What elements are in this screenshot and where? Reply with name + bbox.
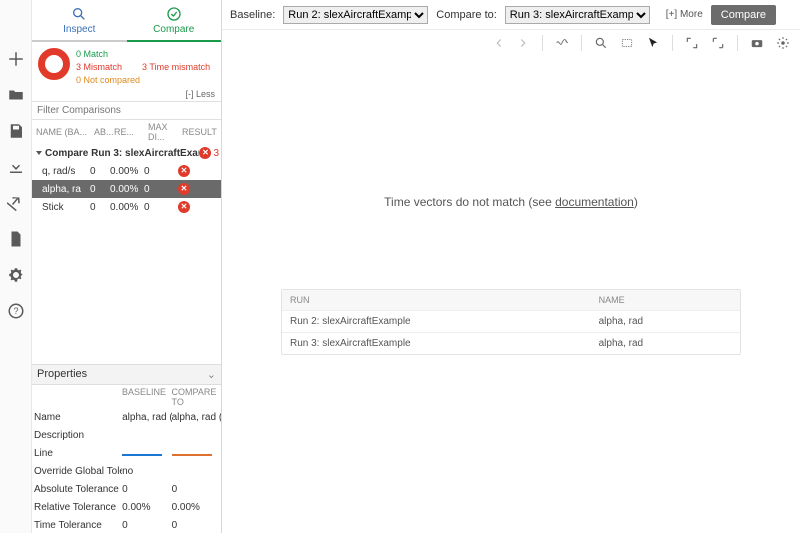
baseline-select[interactable]: Run 2: slexAircraftExample [283,6,428,24]
region-icon[interactable] [620,36,634,50]
property-row: Namealpha, rad (Runalpha, rad (Run [32,409,221,427]
expand-icon[interactable] [711,36,725,50]
import-icon[interactable] [7,158,25,176]
camera-icon[interactable] [750,36,764,50]
comparison-table-header: NAME (BA...AB...RE...MAX DI...RESULT [32,120,221,144]
cursor-icon[interactable] [646,36,660,50]
property-row: Override Global Toleno [32,463,221,481]
summary-donut-icon [38,48,70,80]
more-toggle[interactable]: [+] More [666,9,703,20]
run-table-row: Run 2: slexAircraftExamplealpha, rad [282,310,740,332]
property-row: Relative Tolerance0.00%0.00% [32,499,221,517]
compareto-select[interactable]: Run 3: slexAircraftExample [505,6,650,24]
table-row[interactable]: Stick00.00%0 [32,198,221,216]
next-icon[interactable] [516,36,530,50]
property-row: Time Tolerance00 [32,517,221,533]
compare-button[interactable]: Compare [711,5,776,25]
folder-icon[interactable] [7,86,25,104]
baseline-label: Baseline: [230,9,275,21]
plot-area: Time vectors do not match (see documenta… [222,56,800,533]
tab-inspect[interactable]: Inspect [32,0,127,40]
error-icon [199,147,211,159]
tab-inspect-label: Inspect [63,24,95,35]
export-icon[interactable] [7,194,25,212]
add-icon[interactable] [7,50,25,68]
help-icon[interactable]: ? [7,302,25,320]
side-icon-bar: ? [0,0,32,533]
property-row: Line [32,445,221,463]
fit-icon[interactable] [685,36,699,50]
doc-link[interactable]: documentation [555,195,634,209]
error-icon [178,201,190,213]
prev-icon[interactable] [492,36,506,50]
table-row[interactable]: alpha, ra00.00%0 [32,180,221,198]
caret-down-icon [36,151,42,155]
group-row[interactable]: Compare Run 3: slexAircraftExamp 3 [32,144,221,162]
gear-icon[interactable] [776,36,790,50]
property-row: Description [32,427,221,445]
chevron-down-icon: ⌄ [207,368,216,381]
properties-panel: BASELINECOMPARE TO Namealpha, rad (Runal… [32,385,221,533]
signal-icon[interactable] [555,36,569,50]
tab-compare[interactable]: Compare [127,0,222,40]
gear-icon[interactable] [7,266,25,284]
error-icon [178,165,190,177]
run-table-row: Run 3: slexAircraftExamplealpha, rad [282,332,740,354]
tab-compare-label: Compare [153,24,194,35]
properties-header[interactable]: Properties⌄ [32,364,221,385]
compareto-label: Compare to: [436,9,497,21]
summary-block: 0 Match 3 Mismatch3 Time mismatch 0 Not … [32,42,221,89]
svg-text:?: ? [13,306,18,316]
plot-toolbar [222,30,800,56]
compare-toolbar: Baseline: Run 2: slexAircraftExample Com… [222,0,800,30]
document-icon[interactable] [7,230,25,248]
error-icon [178,183,190,195]
plot-message: Time vectors do not match (see documenta… [384,195,638,209]
collapse-summary[interactable]: [-] Less [32,89,221,101]
filter-input[interactable] [32,101,221,120]
save-icon[interactable] [7,122,25,140]
table-row[interactable]: q, rad/s00.00%0 [32,162,221,180]
main-area: Baseline: Run 2: slexAircraftExample Com… [222,0,800,533]
run-table: RUNNAME Run 2: slexAircraftExamplealpha,… [281,289,741,355]
zoom-icon[interactable] [594,36,608,50]
left-panel: Inspect Compare 0 Match 3 Mismatch3 Time… [32,0,222,533]
property-row: Absolute Tolerance00 [32,481,221,499]
